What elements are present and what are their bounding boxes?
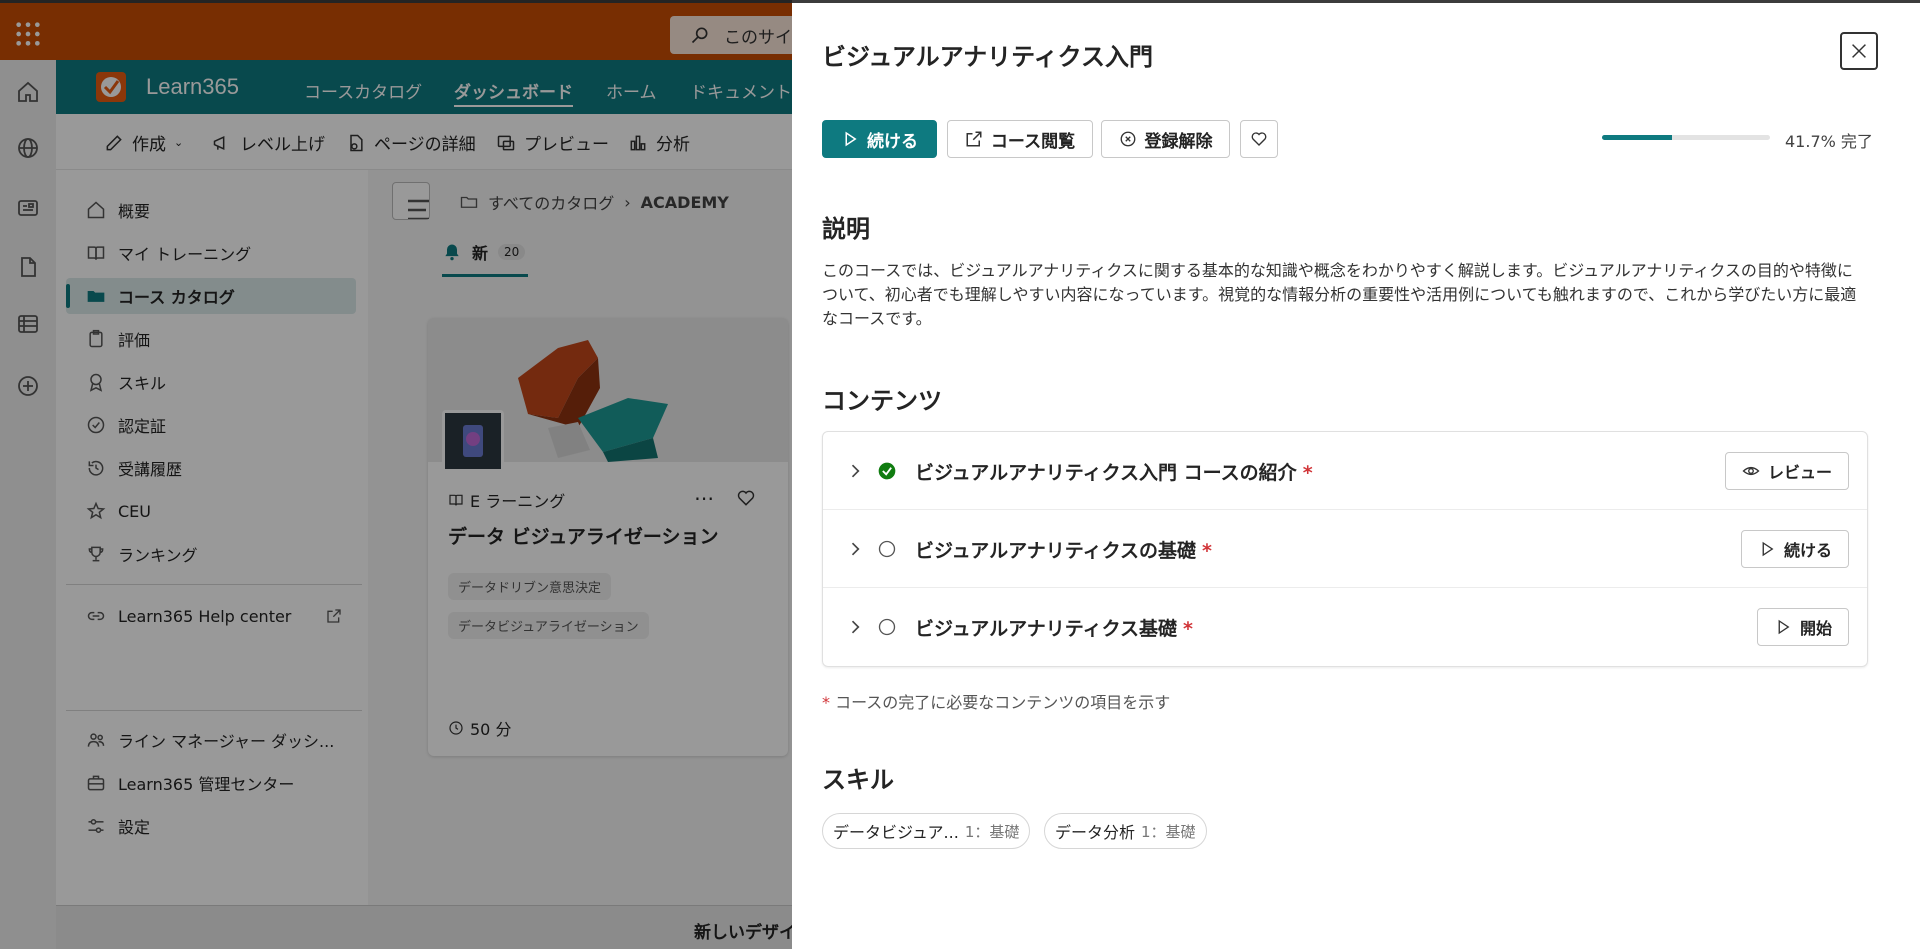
eye-icon — [1742, 466, 1760, 476]
browse-label: コース閲覧 — [990, 131, 1076, 152]
required-marker: * — [822, 693, 830, 712]
start-label: 開始 — [1799, 619, 1832, 638]
empty-circle-icon — [878, 618, 896, 636]
skill-chip[interactable]: データ分析 1：基礎 — [1044, 813, 1207, 849]
required-footnote: * コースの完了に必要なコンテンツの項目を示す — [822, 689, 1170, 713]
content-title: ビジュアルアナリティクス基礎 * — [915, 614, 1193, 641]
footnote-text: コースの完了に必要なコンテンツの項目を示す — [835, 693, 1171, 712]
content-item[interactable]: ビジュアルアナリティクス基礎 * 開始 — [823, 588, 1867, 666]
required-marker: * — [1202, 540, 1212, 562]
play-icon — [1778, 619, 1790, 635]
empty-circle-icon — [878, 540, 896, 558]
continue-course-button[interactable]: 続ける — [822, 120, 937, 158]
required-marker: * — [1302, 462, 1313, 484]
play-icon — [1762, 541, 1774, 557]
continue-content-button[interactable]: 続ける — [1740, 530, 1849, 568]
favorite-button[interactable] — [1240, 120, 1278, 158]
content-title: ビジュアルアナリティクス入門 コースの紹介 * — [915, 458, 1313, 485]
unenroll-label: 登録解除 — [1144, 131, 1213, 152]
close-icon — [1852, 44, 1866, 58]
browse-course-button[interactable]: コース閲覧 — [947, 120, 1093, 158]
skill-level: 1：基礎 — [1141, 822, 1196, 841]
chevron-right-icon[interactable] — [845, 461, 865, 481]
chevron-right-icon[interactable] — [845, 617, 865, 637]
skill-name: データビジュア... — [833, 823, 959, 842]
content-item[interactable]: ビジュアルアナリティクス入門 コースの紹介 * レビュー — [823, 432, 1867, 510]
unenroll-button[interactable]: 登録解除 — [1101, 120, 1230, 158]
skills-heading: スキル — [822, 766, 894, 794]
contents-heading: コンテンツ — [822, 387, 942, 415]
course-description: このコースでは、ビジュアルアナリティクスに関する基本的な知識や概念をわかりやすく… — [822, 261, 1857, 328]
description-heading: 説明 — [822, 215, 870, 243]
skill-chip[interactable]: データビジュア... 1：基礎 — [822, 813, 1031, 849]
cancel-circle-icon — [1120, 131, 1135, 147]
content-title-text: ビジュアルアナリティクス入門 コースの紹介 — [915, 462, 1297, 484]
review-label: レビュー — [1767, 463, 1832, 482]
panel-title: ビジュアルアナリティクス入門 — [822, 43, 1153, 71]
close-button[interactable] — [1840, 32, 1878, 70]
progress-label: 41.7% 完了 — [1785, 132, 1873, 151]
progress-bar — [1602, 135, 1770, 140]
start-content-button[interactable]: 開始 — [1756, 608, 1849, 646]
contents-list: ビジュアルアナリティクス入門 コースの紹介 * レビュー ビジュアルアナリティクス… — [822, 431, 1868, 667]
skill-level: 1：基礎 — [964, 822, 1020, 841]
review-button[interactable]: レビュー — [1724, 452, 1849, 490]
chevron-right-icon[interactable] — [845, 539, 865, 559]
heart-icon — [1251, 132, 1267, 146]
content-title: ビジュアルアナリティクスの基礎 * — [915, 536, 1212, 563]
content-title-text: ビジュアルアナリティクス基礎 — [915, 618, 1178, 640]
continue-label: 続ける — [1783, 541, 1832, 560]
required-marker: * — [1183, 618, 1193, 640]
play-icon — [845, 131, 857, 147]
content-item[interactable]: ビジュアルアナリティクスの基礎 * 続ける — [823, 510, 1867, 588]
continue-label: 続ける — [867, 131, 918, 152]
completed-check-icon — [878, 462, 896, 480]
external-link-icon — [966, 131, 982, 147]
skill-name: データ分析 — [1055, 823, 1136, 842]
content-title-text: ビジュアルアナリティクスの基礎 — [915, 540, 1197, 562]
course-detail-panel: ビジュアルアナリティクス入門 続ける コース閲覧 登録解除 41.7% 完了 説… — [792, 0, 1920, 949]
progress-bar-fill — [1602, 135, 1673, 140]
